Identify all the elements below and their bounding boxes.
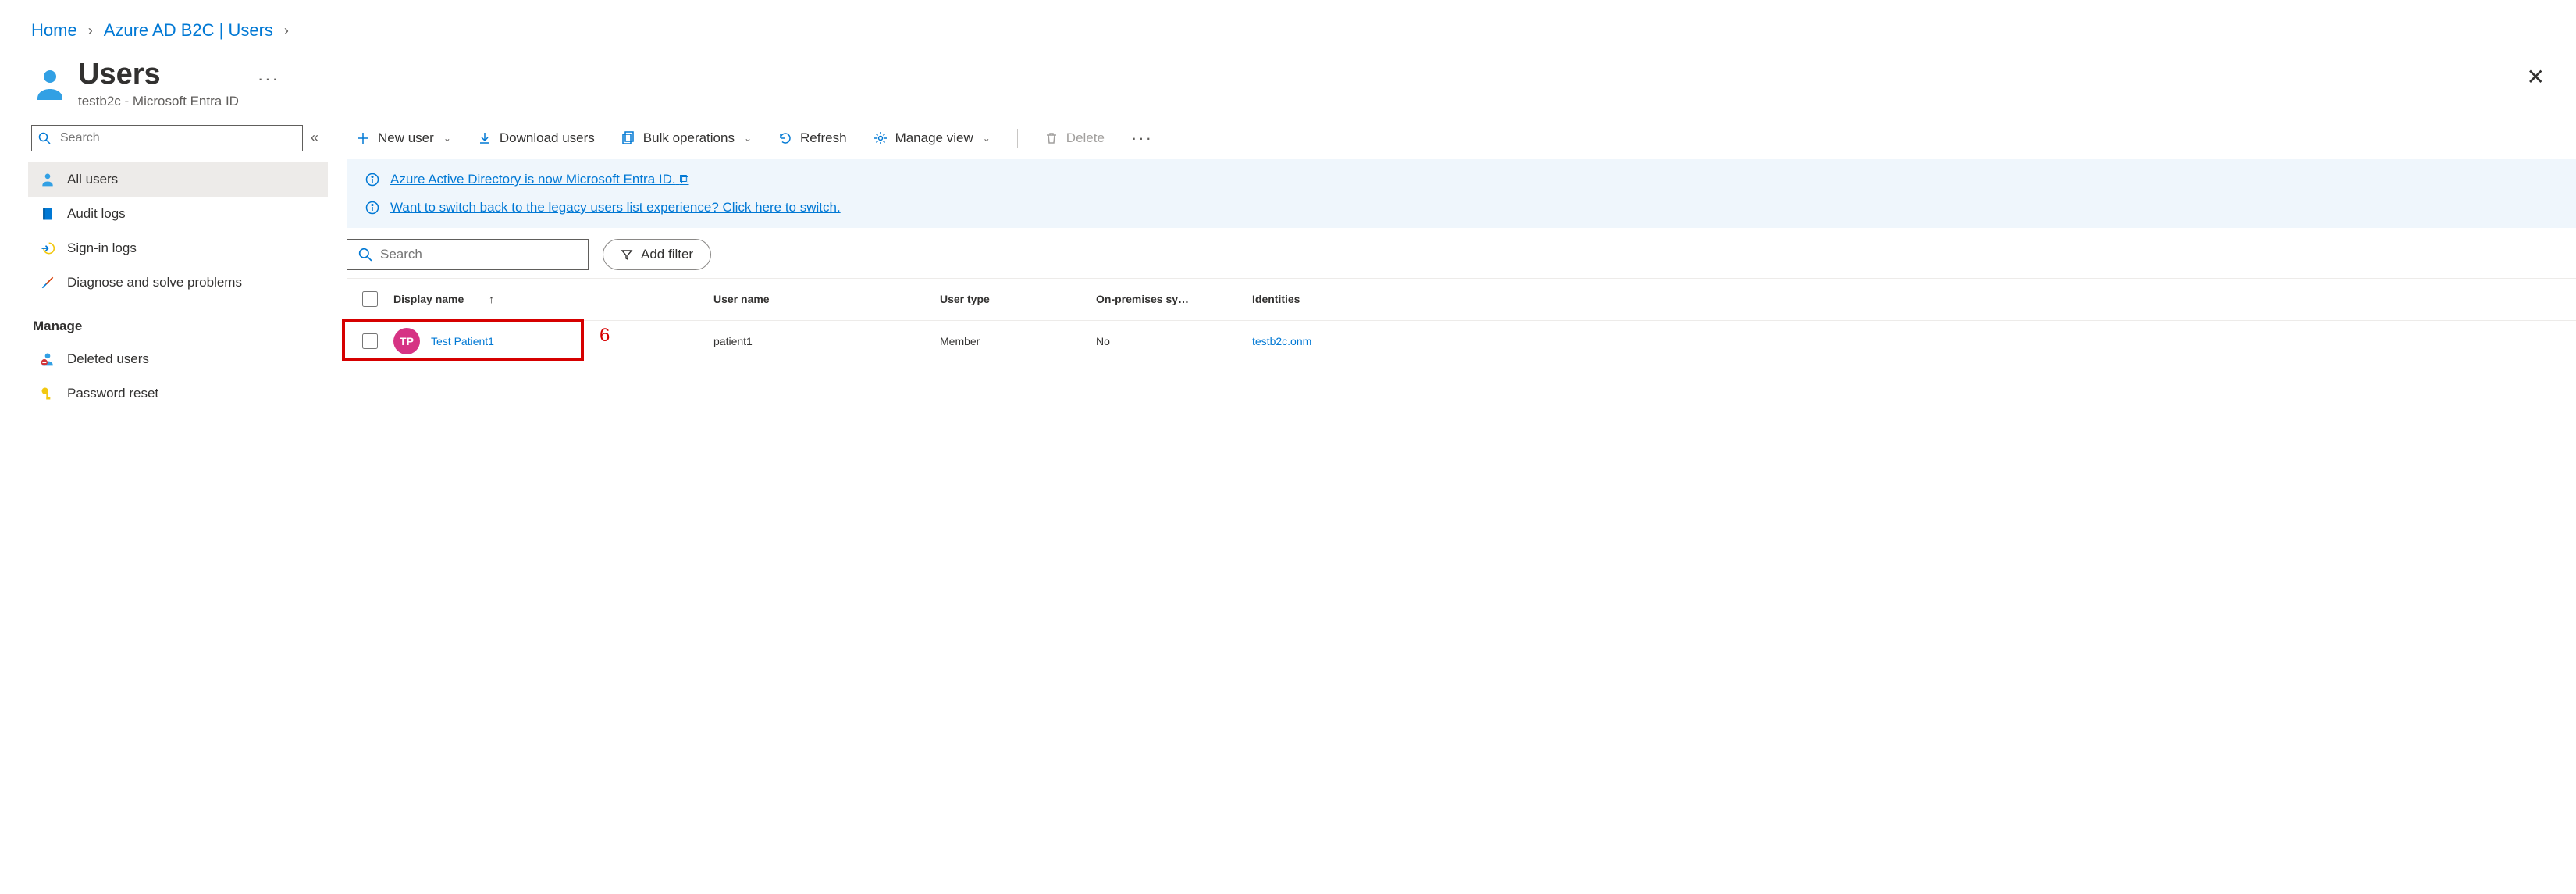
manage-view-label: Manage view (895, 130, 973, 146)
col-identities[interactable]: Identities (1252, 293, 2576, 305)
signin-icon (39, 240, 56, 257)
breadcrumb-home[interactable]: Home (31, 20, 77, 41)
search-icon (32, 132, 57, 144)
info-icon (365, 201, 379, 215)
row-identities[interactable]: testb2c.onm (1252, 335, 1311, 347)
content: New user ⌄ Download users Bulk operation… (328, 122, 2576, 411)
main-search-input[interactable] (380, 247, 577, 262)
chevron-down-icon: ⌄ (744, 133, 752, 144)
separator (1017, 129, 1018, 148)
col-display-name[interactable]: Display name ↑ (393, 293, 713, 305)
info-entra-link[interactable]: Azure Active Directory is now Microsoft … (390, 172, 688, 187)
page-header: Users testb2c - Microsoft Entra ID ··· ✕ (0, 50, 2576, 116)
col-onprem[interactable]: On-premises sy… (1096, 293, 1252, 305)
sidebar-section-manage: Manage (28, 300, 328, 342)
avatar: TP (393, 328, 420, 354)
page-title: Users (78, 59, 161, 91)
sidebar-item-label: Password reset (67, 386, 158, 401)
sidebar-item-label: Deleted users (67, 351, 149, 367)
book-icon (39, 205, 56, 223)
refresh-button[interactable]: Refresh (778, 130, 847, 146)
delete-button: Delete (1044, 130, 1105, 146)
col-user-name[interactable]: User name (713, 293, 940, 305)
sidebar-item-label: Diagnose and solve problems (67, 275, 242, 290)
select-all[interactable] (347, 291, 393, 307)
toolbar: New user ⌄ Download users Bulk operation… (328, 122, 2576, 159)
user-icon (39, 171, 56, 188)
new-user-label: New user (378, 130, 434, 146)
sidebar-search-input[interactable] (57, 131, 302, 145)
close-icon[interactable]: ✕ (2527, 64, 2545, 90)
table-row[interactable]: TP Test Patient1 patient1 Member No test… (347, 320, 2576, 362)
chevron-down-icon: ⌄ (983, 133, 991, 144)
sort-asc-icon: ↑ (489, 293, 494, 305)
bulk-operations-button[interactable]: Bulk operations ⌄ (621, 130, 752, 146)
sidebar-search[interactable] (31, 125, 303, 151)
row-user-name: patient1 (713, 335, 940, 347)
add-filter-label: Add filter (641, 247, 693, 262)
sidebar-item-signin-logs[interactable]: Sign-in logs (28, 231, 328, 265)
plus-icon (356, 131, 370, 145)
breadcrumb: Home › Azure AD B2C | Users › (0, 0, 2576, 50)
col-user-type[interactable]: User type (940, 293, 1096, 305)
row-display-name[interactable]: Test Patient1 (431, 335, 494, 347)
chevron-down-icon: ⌄ (443, 133, 451, 144)
main-search[interactable] (347, 239, 589, 270)
download-users-button[interactable]: Download users (478, 130, 595, 146)
info-legacy: Want to switch back to the legacy users … (365, 200, 2557, 215)
refresh-icon (778, 131, 792, 145)
add-filter-button[interactable]: Add filter (603, 239, 711, 270)
chevron-right-icon: › (284, 23, 289, 39)
annotation-number: 6 (600, 325, 610, 347)
chevron-right-icon: › (88, 23, 93, 39)
users-table: Display name ↑ User name User type On-pr… (347, 278, 2576, 362)
table-header: Display name ↑ User name User type On-pr… (347, 278, 2576, 320)
deleted-user-icon (39, 351, 56, 368)
more-icon[interactable]: ··· (1131, 128, 1153, 148)
key-icon (39, 385, 56, 402)
sidebar-item-label: Audit logs (67, 206, 126, 222)
tenant-subtitle: testb2c - Microsoft Entra ID (78, 94, 239, 109)
sidebar-item-audit-logs[interactable]: Audit logs (28, 197, 328, 231)
sidebar-item-password-reset[interactable]: Password reset (28, 376, 328, 411)
more-icon[interactable]: ··· (258, 69, 279, 89)
bulk-label: Bulk operations (643, 130, 735, 146)
row-select[interactable] (347, 333, 393, 349)
new-user-button[interactable]: New user ⌄ (356, 130, 451, 146)
sidebar-item-label: Sign-in logs (67, 240, 137, 256)
info-strip: Azure Active Directory is now Microsoft … (347, 159, 2576, 228)
manage-view-button[interactable]: Manage view ⌄ (873, 130, 991, 146)
gear-icon (873, 131, 888, 145)
sidebar-item-all-users[interactable]: All users (28, 162, 328, 197)
filter-row: Add filter (328, 228, 2576, 278)
page-title-block: Users testb2c - Microsoft Entra ID (78, 59, 239, 109)
search-icon (358, 248, 372, 262)
info-entra: Azure Active Directory is now Microsoft … (365, 172, 2557, 187)
info-legacy-link[interactable]: Want to switch back to the legacy users … (390, 200, 841, 215)
bulk-icon (621, 131, 635, 145)
select-all-checkbox[interactable] (362, 291, 378, 307)
sidebar-item-deleted-users[interactable]: Deleted users (28, 342, 328, 376)
download-label: Download users (500, 130, 595, 146)
info-icon (365, 173, 379, 187)
external-link-icon: ⧉ (679, 172, 688, 187)
refresh-label: Refresh (800, 130, 847, 146)
user-icon (31, 66, 69, 103)
sidebar-item-diagnose[interactable]: Diagnose and solve problems (28, 265, 328, 300)
row-onprem: No (1096, 335, 1252, 347)
row-user-type: Member (940, 335, 1096, 347)
row-checkbox[interactable] (362, 333, 378, 349)
delete-label: Delete (1066, 130, 1105, 146)
wrench-icon (39, 274, 56, 291)
trash-icon (1044, 131, 1059, 145)
download-icon (478, 131, 492, 145)
filter-icon (621, 248, 633, 261)
sidebar: « All users Audit logs Sign-in logs Diag… (28, 122, 328, 411)
sidebar-item-label: All users (67, 172, 118, 187)
breadcrumb-users[interactable]: Azure AD B2C | Users (104, 20, 273, 41)
collapse-icon[interactable]: « (311, 130, 318, 146)
